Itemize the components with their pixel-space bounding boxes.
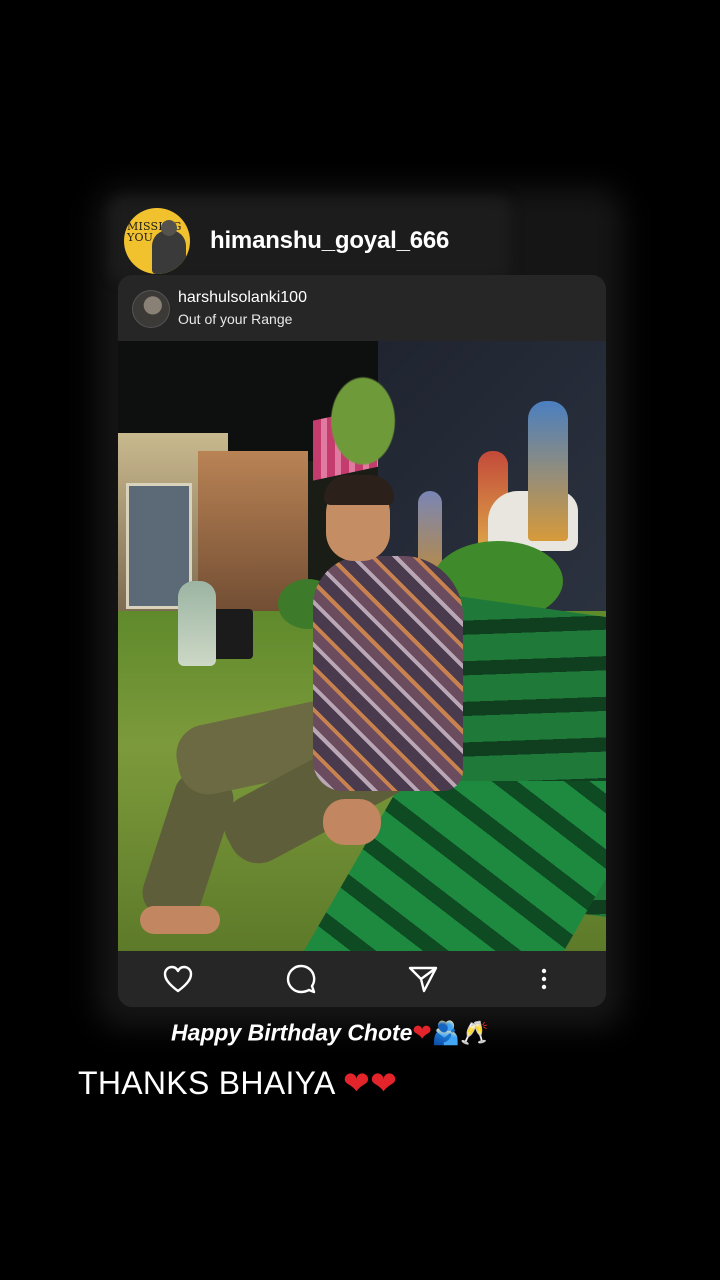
share-button[interactable] — [405, 961, 441, 997]
paper-plane-icon — [408, 966, 438, 993]
story-screen: MISSING YOU himanshu_goyal_666 harshulso… — [0, 0, 720, 1280]
photo-tree — [308, 346, 418, 496]
more-options-button[interactable] — [526, 961, 562, 997]
photo-boy-hair — [324, 475, 394, 505]
reply-hearts: ❤❤ — [343, 1064, 398, 1102]
story-caption: Happy Birthday Chote❤🫂🥂 — [0, 1018, 660, 1046]
sharer-avatar[interactable]: MISSING YOU — [124, 208, 190, 274]
post-action-bar — [118, 951, 606, 1007]
comment-button[interactable] — [283, 961, 319, 997]
shared-post-card[interactable]: harshulsolanki100 Out of your Range — [118, 275, 606, 1007]
photo-boy-foot — [140, 906, 220, 934]
speech-bubble-icon — [286, 964, 316, 994]
sharer-username[interactable]: himanshu_goyal_666 — [210, 227, 449, 255]
caption-text: Happy Birthday Chote — [170, 1019, 413, 1046]
photo-far-person — [178, 581, 216, 666]
photo-boy-shirt — [313, 556, 463, 791]
vertical-dots-icon — [541, 968, 547, 990]
photo-boy-hand — [323, 799, 381, 845]
author-avatar[interactable] — [132, 290, 170, 328]
like-button[interactable] — [160, 961, 196, 997]
reply-text: THANKS BHAIYA — [78, 1065, 334, 1101]
heart-outline-icon — [163, 965, 193, 993]
post-photo[interactable] — [118, 341, 606, 951]
author-username[interactable]: harshulsolanki100 — [178, 289, 307, 307]
avatar-figure — [152, 220, 186, 274]
story-reply-text: THANKS BHAIYA ❤❤ — [78, 1064, 397, 1102]
post-header[interactable]: harshulsolanki100 Out of your Range — [118, 275, 606, 341]
story-sharer[interactable]: MISSING YOU himanshu_goyal_666 — [124, 208, 449, 274]
caption-emojis: ❤🫂🥂 — [412, 1020, 490, 1047]
author-subtitle: Out of your Range — [178, 311, 293, 327]
